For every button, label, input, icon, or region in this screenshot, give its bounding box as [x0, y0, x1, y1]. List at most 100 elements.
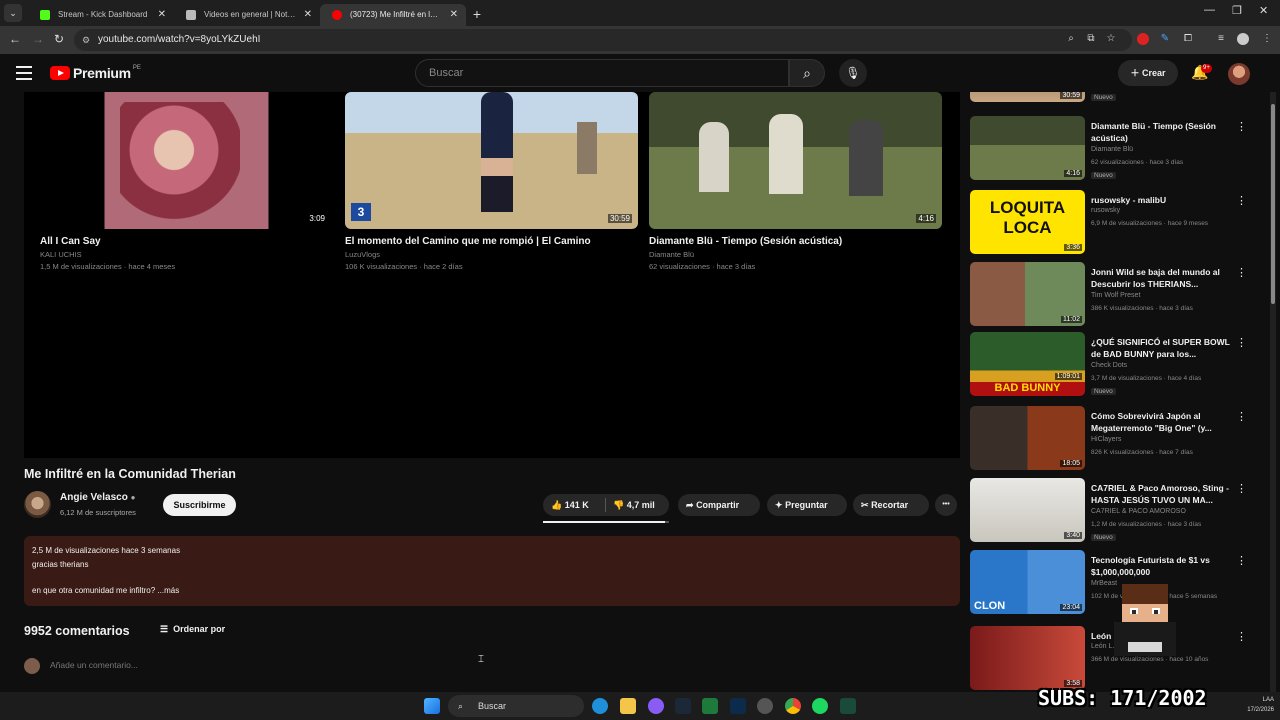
- search-input[interactable]: Buscar: [415, 59, 789, 87]
- endcard-title[interactable]: El momento del Camino que me rompió | El…: [345, 236, 638, 247]
- browser-menu-icon[interactable]: ⋮: [1261, 33, 1273, 45]
- more-options-icon[interactable]: ⋮: [1236, 194, 1247, 207]
- channel-name[interactable]: CA7RIEL & PACO AMOROSO: [1091, 508, 1186, 515]
- channel-name[interactable]: Check Dots: [1091, 362, 1127, 369]
- microphone-icon[interactable]: 🎙: [839, 59, 867, 87]
- clip-button[interactable]: ✂ Recortar: [853, 494, 929, 516]
- video-thumbnail[interactable]: 3:40: [970, 478, 1085, 542]
- subscribe-button[interactable]: Suscribirme: [163, 494, 236, 516]
- system-tray[interactable]: LAA 17/2/2026: [1247, 695, 1274, 715]
- sort-comments-button[interactable]: ☰ Ordenar por: [160, 624, 225, 635]
- video-thumbnail[interactable]: 30:59: [970, 92, 1085, 102]
- more-options-icon[interactable]: ⋮: [1236, 266, 1247, 279]
- endcard-thumbnail[interactable]: 3 30:59: [345, 92, 638, 229]
- video-thumbnail[interactable]: 11:02: [970, 262, 1085, 326]
- endcard-thumbnail[interactable]: 3:09: [40, 92, 333, 229]
- channel-name[interactable]: Tim Wolf Preset: [1091, 292, 1140, 299]
- reload-icon[interactable]: ↻: [54, 32, 64, 46]
- recommended-video[interactable]: 30:59 Nuevo: [970, 92, 1250, 104]
- video-title[interactable]: Jonni Wild se baja del mundo al Descubri…: [1091, 266, 1231, 290]
- close-window-icon[interactable]: ✕: [1259, 4, 1268, 17]
- app-icon[interactable]: [648, 698, 664, 714]
- windows-start-icon[interactable]: [424, 698, 440, 714]
- extensions-puzzle-icon[interactable]: ⧠: [1182, 33, 1194, 45]
- tab-search-icon[interactable]: ⌄: [4, 4, 22, 22]
- steam-icon[interactable]: [675, 698, 691, 714]
- recommended-video[interactable]: 18:05 Cómo Sobrevivirá Japón al Megaterr…: [970, 406, 1250, 472]
- bookmark-star-icon[interactable]: ☆: [1105, 33, 1117, 45]
- scrollbar-thumb[interactable]: [1271, 104, 1275, 304]
- more-options-icon[interactable]: ⋮: [1236, 630, 1247, 643]
- endcard-title[interactable]: Diamante Blü - Tiempo (Sesión acústica): [649, 236, 942, 247]
- zoom-icon[interactable]: ⌕: [1065, 33, 1077, 45]
- new-tab-button[interactable]: +: [466, 4, 488, 26]
- channel-name[interactable]: Angie Velasco ●: [60, 492, 135, 503]
- endcard[interactable]: 4:16 Diamante Blü - Tiempo (Sesión acúst…: [649, 92, 942, 271]
- video-thumbnail[interactable]: LOQUITA LOCA 3:36: [970, 190, 1085, 254]
- back-icon[interactable]: ←: [9, 32, 21, 46]
- share-button[interactable]: ➦ Compartir: [678, 494, 760, 516]
- close-tab-icon[interactable]: ✕: [304, 4, 312, 26]
- video-title[interactable]: CA7RIEL & Paco Amoroso, Sting - HASTA JE…: [1091, 482, 1231, 506]
- youtube-logo[interactable]: Premium PE: [50, 65, 141, 81]
- video-title[interactable]: ¿QUÉ SIGNIFICÓ el SUPER BOWL de BAD BUNN…: [1091, 336, 1231, 360]
- scrollbar[interactable]: [1270, 92, 1276, 692]
- extension-icon[interactable]: ✎: [1159, 33, 1171, 45]
- video-title[interactable]: rusowsky - malibU: [1091, 194, 1231, 206]
- minimize-icon[interactable]: —: [1204, 4, 1215, 16]
- media-control-icon[interactable]: ≡: [1215, 33, 1227, 45]
- taskbar-search[interactable]: ⌕ Buscar: [448, 695, 584, 717]
- channel-avatar[interactable]: [24, 491, 51, 518]
- more-options-icon[interactable]: ⋮: [1236, 554, 1247, 567]
- channel-name[interactable]: rusowsky: [1091, 207, 1120, 214]
- recommended-video[interactable]: CLON 23:04 Tecnología Futurista de $1 vs…: [970, 550, 1250, 616]
- ask-button[interactable]: ✦ Preguntar: [767, 494, 847, 516]
- endcard-thumbnail[interactable]: 4:16: [649, 92, 942, 229]
- profile-icon[interactable]: [1237, 33, 1249, 45]
- browser-tab-kick[interactable]: Stream - Kick Dashboard ✕: [28, 4, 174, 26]
- description-box[interactable]: 2,5 M de visualizaciones hace 3 semanas …: [24, 536, 960, 606]
- recommended-video[interactable]: 4:16 Diamante Blü - Tiempo (Sesión acúst…: [970, 116, 1250, 182]
- create-button[interactable]: ＋ Crear: [1118, 60, 1178, 86]
- endcard[interactable]: 3:09 All I Can Say KALI UCHIS 1,5 M de v…: [40, 92, 333, 271]
- video-thumbnail[interactable]: BAD BUNNY 1:09:01: [970, 332, 1085, 396]
- excel-icon[interactable]: [702, 698, 718, 714]
- site-info-icon[interactable]: ⚙: [82, 29, 90, 51]
- video-thumbnail[interactable]: 4:16: [970, 116, 1085, 180]
- extension-icon[interactable]: [1137, 33, 1149, 45]
- recommended-video[interactable]: 3:58 León L... León L... 366 M de visual…: [970, 626, 1250, 692]
- obs-icon[interactable]: [757, 698, 773, 714]
- recommended-video[interactable]: LOQUITA LOCA 3:36 rusowsky - malibU rusow…: [970, 190, 1250, 256]
- video-thumbnail[interactable]: 18:05: [970, 406, 1085, 470]
- channel-name[interactable]: Diamante Blü: [1091, 146, 1133, 153]
- comment-input[interactable]: Añade un comentario...: [50, 660, 138, 670]
- recommended-video[interactable]: 11:02 Jonni Wild se baja del mundo al De…: [970, 262, 1250, 328]
- video-title[interactable]: Cómo Sobrevivirá Japón al Megaterremoto …: [1091, 410, 1231, 434]
- endcard[interactable]: 3 30:59 El momento del Camino que me rom…: [345, 92, 638, 271]
- file-explorer-icon[interactable]: [620, 698, 636, 714]
- spotify-icon[interactable]: [812, 698, 828, 714]
- video-thumbnail[interactable]: CLON 23:04: [970, 550, 1085, 614]
- more-options-icon[interactable]: ⋮: [1236, 120, 1247, 133]
- close-tab-icon[interactable]: ✕: [158, 4, 166, 26]
- like-button[interactable]: 👍 141 K: [551, 494, 589, 516]
- more-options-icon[interactable]: ⋮: [1236, 336, 1247, 349]
- channel-name[interactable]: HiClayers: [1091, 436, 1121, 443]
- install-icon[interactable]: ⧉: [1085, 33, 1097, 45]
- search-icon[interactable]: ⌕: [789, 59, 825, 87]
- video-thumbnail[interactable]: 3:58: [970, 626, 1085, 690]
- app-icon[interactable]: [840, 698, 856, 714]
- chrome-icon[interactable]: [785, 698, 801, 714]
- more-actions-button[interactable]: •••: [935, 494, 957, 516]
- more-options-icon[interactable]: ⋮: [1236, 410, 1247, 423]
- dislike-button[interactable]: 👎 4,7 mil: [613, 494, 655, 516]
- menu-icon[interactable]: [16, 66, 32, 80]
- browser-tab-notion[interactable]: Videos en general | Notion ✕: [174, 4, 320, 26]
- video-title[interactable]: Diamante Blü - Tiempo (Sesión acústica): [1091, 120, 1231, 144]
- photoshop-icon[interactable]: [730, 698, 746, 714]
- video-player[interactable]: 3:09 All I Can Say KALI UCHIS 1,5 M de v…: [24, 92, 960, 458]
- more-options-icon[interactable]: ⋮: [1236, 482, 1247, 495]
- recommended-video[interactable]: BAD BUNNY 1:09:01 ¿QUÉ SIGNIFICÓ el SUPE…: [970, 332, 1250, 398]
- close-tab-icon[interactable]: ✕: [450, 4, 458, 26]
- video-title[interactable]: Tecnología Futurista de $1 vs $1,000,000…: [1091, 554, 1231, 578]
